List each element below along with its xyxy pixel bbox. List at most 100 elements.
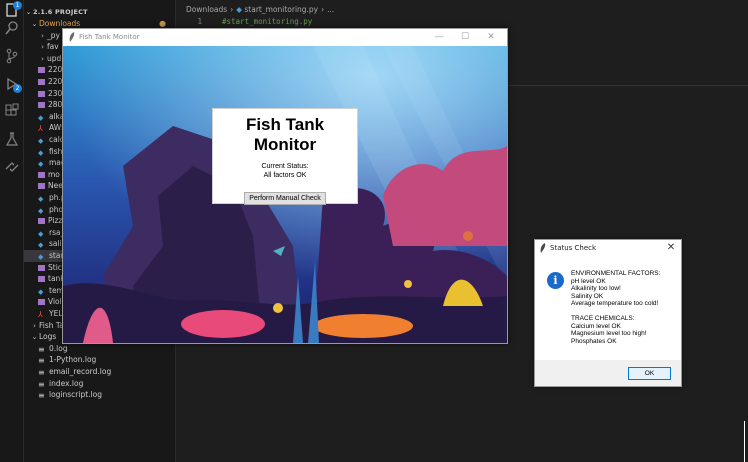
- ok-button[interactable]: OK: [628, 367, 671, 380]
- chem-line: Calcium level OK: [571, 322, 621, 330]
- chevron-right-icon: ›: [41, 31, 44, 40]
- explorer-item-label: 230: [48, 88, 63, 98]
- feather-icon: [69, 32, 75, 42]
- dialog-message: ENVIRONMENTAL FACTORS: pH level OK Alkal…: [571, 270, 660, 345]
- chevron-down-icon: ⌄: [31, 20, 38, 28]
- env-line: Alkalinity too low!: [571, 285, 621, 293]
- chevron-down-icon: ⌄: [31, 333, 38, 342]
- dialog-body: i ENVIRONMENTAL FACTORS: pH level OK Alk…: [535, 256, 681, 360]
- minimize-button[interactable]: —: [433, 31, 445, 43]
- explorer-item-label: mo: [48, 169, 60, 179]
- explorer-item-label: index.log: [49, 378, 84, 388]
- code-line[interactable]: 1 #start_monitoring.py: [186, 17, 312, 26]
- maximize-button[interactable]: ☐: [459, 31, 471, 43]
- window-titlebar[interactable]: Fish Tank Monitor — ☐ ✕: [63, 29, 507, 46]
- explorer-item-label: Pizz: [48, 216, 63, 226]
- manual-check-button[interactable]: Perform Manual Check: [244, 192, 326, 205]
- status-card: Fish Tank Monitor Current Status: All fa…: [212, 108, 358, 205]
- chevron-right-icon: ›: [41, 54, 44, 63]
- log-file-icon: ≡: [38, 391, 45, 401]
- explorer-item[interactable]: ≡ 1-Python.log: [24, 354, 175, 366]
- chevron-right-icon: ›: [33, 321, 36, 330]
- feather-icon: [540, 243, 546, 253]
- chem-line: Magnesium level too high!: [571, 330, 647, 338]
- source-control-icon[interactable]: [4, 48, 20, 64]
- image-file-icon: [38, 90, 45, 97]
- info-icon: i: [547, 272, 564, 289]
- activity-bar: 1 2: [0, 0, 24, 462]
- close-button[interactable]: ✕: [485, 31, 497, 43]
- image-file-icon: [38, 299, 45, 306]
- explorer-item-label: _py: [47, 30, 60, 40]
- breadcrumb: Downloads › ◆ start_monitoring.py ›...: [186, 5, 335, 14]
- document-file-icon: [38, 276, 45, 283]
- explorer-item-label: Stic: [48, 262, 62, 272]
- status-check-dialog: Status Check ✕ i ENVIRONMENTAL FACTORS: …: [534, 239, 682, 387]
- python-file-icon: ◆: [38, 137, 44, 145]
- explorer-item-label: 1-Python.log: [49, 355, 97, 365]
- explorer-item-label: sali: [49, 239, 62, 249]
- explorer-item-label: 220: [48, 65, 63, 75]
- desktop: 1 2 ⌄ 2.1.6 PROJECT ⌄ Downloads ● › _py › fav › u…: [0, 0, 748, 462]
- explorer-item-label: loginscript.log: [49, 390, 102, 400]
- chevron-right-icon: ›: [41, 43, 44, 52]
- explorer-badge: 1: [13, 1, 22, 10]
- code-comment: #start_monitoring.py: [222, 17, 313, 26]
- python-file-icon: ◆: [38, 253, 44, 261]
- explorer-item-label: 0.log: [49, 343, 68, 353]
- status-value: All factors OK: [263, 172, 307, 179]
- image-file-icon: [38, 102, 45, 109]
- log-file-icon: ≡: [38, 344, 45, 354]
- python-file-icon: ◆: [38, 113, 44, 122]
- dialog-titlebar[interactable]: Status Check ✕: [535, 240, 681, 256]
- breadcrumb-file[interactable]: start_monitoring.py: [244, 5, 318, 14]
- breadcrumb-more[interactable]: ...: [327, 5, 334, 14]
- log-file-icon: ≡: [38, 379, 45, 389]
- explorer-item[interactable]: ≡ loginscript.log: [24, 389, 175, 401]
- image-file-icon: [38, 218, 45, 225]
- explorer-item-label: pho: [49, 204, 64, 214]
- app-heading: Fish Tank Monitor: [245, 115, 325, 154]
- log-file-icon: ≡: [38, 368, 45, 377]
- line-number: 1: [197, 17, 202, 26]
- explorer-item[interactable]: ≡ index.log: [24, 378, 175, 390]
- python-file-icon: ◆: [236, 5, 242, 14]
- remote-icon[interactable]: [4, 159, 20, 175]
- explorer-item-label: Downloads: [39, 19, 81, 28]
- status-label: Current Status:: [261, 163, 309, 170]
- image-file-icon: [38, 264, 45, 271]
- explorer-item[interactable]: ≡ email_record.log: [24, 366, 175, 378]
- explorer-item-label: Viol: [48, 297, 62, 307]
- python-file-icon: ◆: [38, 241, 44, 250]
- python-file-icon: ◆: [38, 160, 44, 169]
- text-cursor: [744, 421, 745, 462]
- debug-badge: 2: [13, 84, 22, 93]
- env-line: pH level OK: [571, 277, 606, 285]
- chevron-down-icon: ⌄: [25, 8, 32, 16]
- explorer-item-label: 280: [48, 100, 63, 110]
- chem-header: TRACE CHEMICALS:: [571, 314, 635, 322]
- explorer-item-label: email_record.log: [49, 367, 112, 376]
- explorer-item-label: fav: [47, 42, 59, 52]
- testing-flask-icon[interactable]: [4, 131, 20, 147]
- image-file-icon: [38, 79, 45, 85]
- chem-line: Phosphates OK: [571, 337, 617, 345]
- underwater-background-image: Fish Tank Monitor Current Status: All fa…: [63, 46, 507, 343]
- env-header: ENVIRONMENTAL FACTORS:: [571, 270, 661, 277]
- log-file-icon: ≡: [38, 356, 45, 366]
- pdf-file-icon: ⅄: [38, 310, 43, 319]
- dialog-footer: OK: [535, 360, 681, 386]
- document-file-icon: [38, 171, 45, 178]
- explorer-item[interactable]: ≡ 0.log: [24, 343, 175, 355]
- extensions-icon[interactable]: [4, 103, 20, 119]
- project-header[interactable]: ⌄ 2.1.6 PROJECT: [24, 6, 175, 18]
- env-line: Average temperature too cold!: [571, 300, 659, 308]
- env-line: Salinity OK: [571, 292, 604, 300]
- search-icon[interactable]: [4, 20, 20, 36]
- explorer-item-label: 220: [48, 77, 63, 86]
- explorer-item-label: Nee: [48, 181, 63, 191]
- dialog-close-button[interactable]: ✕: [665, 242, 677, 254]
- project-title: 2.1.6 PROJECT: [33, 8, 88, 16]
- window-title: Fish Tank Monitor: [79, 33, 140, 41]
- breadcrumb-folder[interactable]: Downloads: [186, 5, 227, 14]
